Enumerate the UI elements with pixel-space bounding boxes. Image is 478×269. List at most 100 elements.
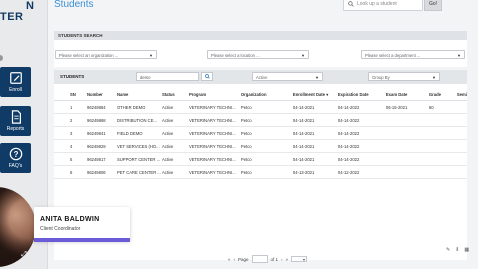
- students-search-input[interactable]: demo: [136, 72, 199, 81]
- cell-grade: [428, 152, 457, 166]
- cell-number: 96249868: [86, 113, 117, 127]
- group-by-select-value: Group By: [372, 75, 390, 80]
- svg-text:?: ?: [13, 150, 18, 159]
- cell-program: VETERINARY TECHNI...: [188, 152, 241, 166]
- cell-semi: [456, 126, 467, 140]
- cell-name: SUPPORT CENTER ...: [116, 152, 162, 166]
- students-search-button[interactable]: [201, 72, 213, 81]
- search-icon: [204, 74, 210, 79]
- cell-expiration-date: 04-14-2022: [337, 152, 386, 166]
- chevron-down-icon: ▼: [432, 75, 436, 80]
- last-page-button[interactable]: »: [286, 257, 289, 262]
- go-button[interactable]: Go!: [424, 0, 442, 11]
- help-icon: ?: [9, 147, 22, 161]
- cell-program: VETERINARY TECHNI...: [188, 165, 241, 179]
- cell-status: Active: [161, 113, 189, 127]
- columns-icon[interactable]: ⫴: [456, 247, 458, 253]
- page-size-select[interactable]: ▾: [291, 256, 308, 262]
- table-row[interactable]: 6 96249806 PET CARE CENTER ... Active VETERI…: [54, 165, 467, 179]
- department-select[interactable]: Please select a department ... ▼: [361, 50, 465, 59]
- page-number-input[interactable]: [251, 255, 268, 263]
- column-header-enrollment-date[interactable]: Enrollment Date ▾: [292, 88, 338, 101]
- cell-name: VET SERVICES (HO...: [116, 139, 162, 153]
- cell-number: 96249806: [86, 165, 117, 179]
- student-lookup-input[interactable]: Look up a student: [343, 0, 423, 11]
- status-select-value: Active: [256, 75, 268, 80]
- cell-organization: Petco: [240, 139, 293, 153]
- cell-number: 96249841: [86, 126, 117, 140]
- column-header-exam-date[interactable]: Exam Date: [385, 88, 429, 101]
- cell-enrollment-date: 04-13-2021: [292, 165, 338, 179]
- column-header-semi[interactable]: Semi: [456, 88, 467, 101]
- column-header-sn[interactable]: SN: [54, 88, 87, 101]
- cell-expiration-date: 04-14-2022: [337, 139, 386, 153]
- column-header-name[interactable]: Name: [116, 88, 162, 101]
- column-header-program[interactable]: Program: [188, 88, 241, 101]
- table-row[interactable]: 4 96249829 VET SERVICES (HO... Active VETERI…: [54, 139, 467, 153]
- cell-organization: Petco: [240, 126, 293, 140]
- next-page-button[interactable]: ›: [281, 257, 283, 262]
- cell-sn: 6: [54, 165, 87, 179]
- location-select[interactable]: Please select a location ... ▼: [207, 50, 309, 59]
- sort-desc-icon: ▾: [326, 91, 329, 97]
- document-icon: [11, 110, 21, 124]
- cell-program: VETERINARY TECHNI...: [188, 100, 241, 114]
- chevron-down-icon: ▼: [315, 75, 319, 80]
- cell-number: 96249829: [86, 139, 117, 153]
- column-header-expiration-date[interactable]: Expiration Date: [337, 88, 386, 101]
- presenter-card: ⤢ ANITA BALDWIN Client Coordinator: [0, 187, 130, 267]
- cell-sn: 1: [54, 100, 87, 114]
- sidebar-item-reports[interactable]: Reports: [0, 106, 31, 136]
- column-header-status[interactable]: Status: [161, 88, 189, 101]
- cell-status: Active: [161, 126, 189, 140]
- cell-semi: [456, 100, 467, 114]
- cell-status: Active: [161, 100, 189, 114]
- cell-expiration-date: 04-14-2022: [337, 113, 386, 127]
- sidebar-item-enroll[interactable]: Enroll: [0, 67, 31, 97]
- chevron-down-icon: ▼: [301, 53, 305, 58]
- table-row[interactable]: 3 96249841 FIELD DEMO Active VETERINARY TECH…: [54, 126, 467, 140]
- cell-grade: [428, 126, 457, 140]
- page-label: Page: [238, 256, 249, 262]
- students-toolbar: STUDENTS demo Active ▼ Group By ▼: [54, 70, 467, 84]
- sidebar-item-faqs[interactable]: ? FAQ's: [0, 143, 31, 173]
- cell-status: Active: [161, 152, 189, 166]
- grid-icon[interactable]: ▦: [464, 247, 469, 253]
- cell-semi: [456, 165, 467, 179]
- cell-program: VETERINARY TECHNI...: [188, 139, 241, 153]
- cell-semi: [456, 152, 467, 166]
- prev-page-button[interactable]: ‹: [234, 257, 236, 262]
- cell-organization: Petco: [240, 165, 293, 179]
- page-title: Students: [54, 0, 94, 10]
- cell-exam-date: [385, 126, 429, 140]
- chevron-down-icon: ▼: [457, 53, 461, 58]
- cell-semi: [456, 113, 467, 127]
- first-page-button[interactable]: «: [228, 257, 231, 262]
- edit-icon[interactable]: ✎: [446, 247, 450, 253]
- presenter-name: ANITA BALDWIN: [40, 216, 100, 223]
- cell-enrollment-date: 04-14-2021: [292, 139, 338, 153]
- presenter-accent-bar: [34, 238, 130, 242]
- table-row[interactable]: 1 96249884 OTHER DEMO Active VETERINARY TECH…: [54, 100, 467, 114]
- column-header-number[interactable]: Number: [86, 88, 117, 101]
- column-header-grade[interactable]: Grade: [428, 88, 457, 101]
- search-icon: [348, 1, 354, 7]
- cell-sn: 2: [54, 113, 87, 127]
- pagination: « ‹ Page of 1 › » ▾: [228, 255, 308, 263]
- cell-number: 96249884: [86, 100, 117, 114]
- cell-expiration-date: 04-14-2022: [337, 126, 386, 140]
- status-select[interactable]: Active ▼: [252, 72, 323, 81]
- table-row[interactable]: 5 96249817 SUPPORT CENTER ... Active VETERIN…: [54, 152, 467, 166]
- table-row[interactable]: 2 96249868 DISTRIBUTION CE... Active VETERIN…: [54, 113, 467, 127]
- organization-select[interactable]: Please select an organization ... ▼: [55, 50, 157, 59]
- group-by-select[interactable]: Group By ▼: [368, 72, 440, 81]
- column-header-enrollment-date-label: Enrollment Date: [292, 91, 326, 97]
- cell-grade: [428, 165, 457, 179]
- location-select-placeholder: Please select a location ...: [211, 53, 260, 58]
- cell-grade: [428, 139, 457, 153]
- column-header-organization[interactable]: Organization: [240, 88, 293, 101]
- app-logo[interactable]: N TER: [0, 0, 47, 30]
- table-header-row: SN Number Name Status Program Organizati…: [54, 88, 467, 101]
- organization-select-placeholder: Please select an organization ...: [59, 53, 119, 58]
- expand-icon[interactable]: ⤢: [19, 250, 29, 260]
